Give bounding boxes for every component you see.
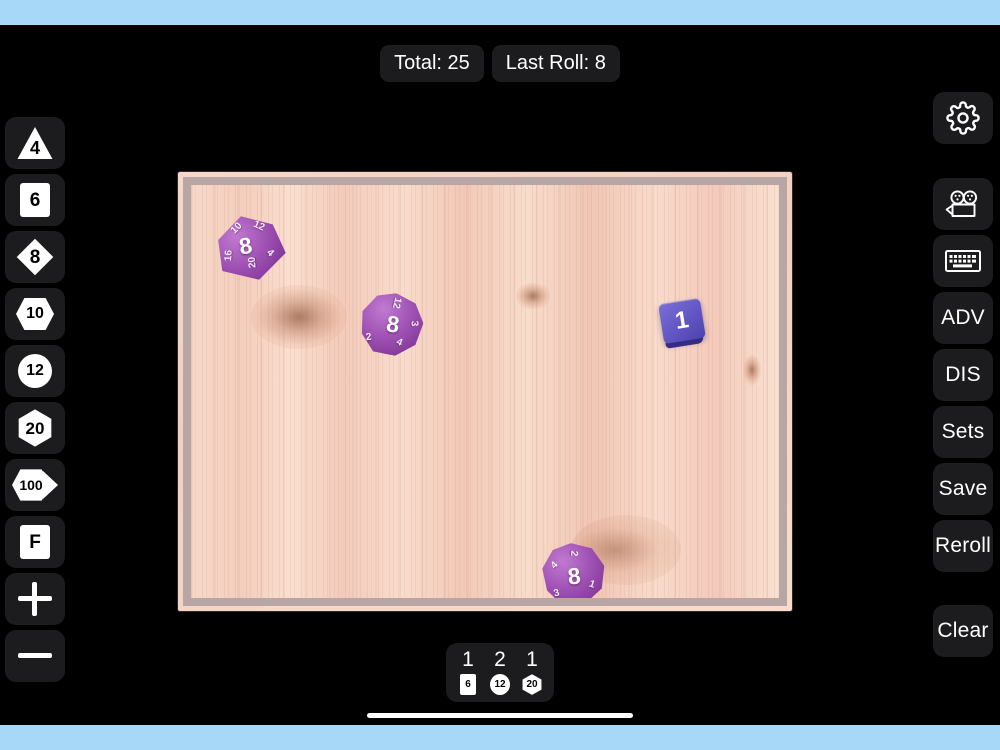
die-value: 1	[658, 297, 706, 345]
last-roll-badge[interactable]: Last Roll: 8	[491, 45, 620, 82]
die-button-d100[interactable]: 100	[5, 459, 65, 511]
decrement-button[interactable]	[5, 630, 65, 682]
die-button-d12[interactable]: 12	[5, 345, 65, 397]
clear-label: Clear	[937, 619, 989, 642]
triangle-die-icon: 4	[16, 124, 54, 162]
right-toolbar: ADV DIS Sets Save Reroll Clear	[930, 25, 1000, 725]
die-type-badge-d12: 12	[489, 674, 511, 696]
disadvantage-button[interactable]: DIS	[933, 349, 993, 401]
clear-button[interactable]: Clear	[933, 605, 993, 657]
reroll-button[interactable]: Reroll	[933, 520, 993, 572]
table-die-d6[interactable]: 1	[658, 297, 706, 349]
keyboard-button[interactable]	[933, 235, 993, 287]
advantage-button[interactable]: ADV	[933, 292, 993, 344]
roll-result-item[interactable]: 1 6	[454, 648, 482, 696]
status-bar: Total: 25 Last Roll: 8	[0, 45, 1000, 82]
die-button-fudge[interactable]: F	[5, 516, 65, 568]
app-root: Total: 25 Last Roll: 8 4 6 8 10 12 20 10…	[0, 0, 1000, 750]
total-badge[interactable]: Total: 25	[380, 45, 484, 82]
safe-area-top	[0, 0, 1000, 25]
app-screen: Total: 25 Last Roll: 8 4 6 8 10 12 20 10…	[0, 25, 1000, 725]
roll-result-item[interactable]: 1 20	[518, 648, 546, 695]
die-type-badge-d6: 6	[457, 674, 479, 696]
die-button-d20[interactable]: 20	[5, 402, 65, 454]
home-indicator[interactable]	[367, 713, 633, 718]
wide-hex-die-icon: 10	[16, 295, 54, 333]
dice-tray[interactable]: 10 12 16 20 4 8 12 2 4 3 8 1 2 4 3 1 8	[178, 172, 792, 611]
safe-area-bottom	[0, 725, 1000, 750]
tray-bevel: 10 12 16 20 4 8 12 2 4 3 8 1 2 4 3 1 8	[183, 177, 787, 606]
keyboard-icon	[945, 249, 981, 273]
wood-knot	[516, 283, 550, 309]
settings-button[interactable]	[933, 92, 993, 144]
sets-label: Sets	[941, 420, 985, 443]
minus-icon	[18, 639, 52, 673]
roll-results-tray[interactable]: 1 6 2 12 1 20	[446, 643, 554, 703]
diamond-die-icon: 8	[16, 238, 54, 276]
hexagon-die-icon: 20	[16, 409, 54, 447]
fudge-die-icon: F	[16, 523, 54, 561]
tray-surface[interactable]: 10 12 16 20 4 8 12 2 4 3 8 1 2 4 3 1 8	[191, 185, 779, 598]
reroll-label: Reroll	[934, 534, 992, 557]
roll-value: 1	[462, 648, 474, 671]
roll-result-item[interactable]: 2 12	[486, 648, 514, 696]
die-button-d4[interactable]: 4	[5, 117, 65, 169]
advantage-label: ADV	[941, 306, 985, 329]
record-button[interactable]	[933, 178, 993, 230]
left-toolbar: 4 6 8 10 12 20 100 F	[0, 25, 70, 725]
circle-die-icon: 12	[16, 352, 54, 390]
square-die-icon: 6	[16, 181, 54, 219]
roll-value: 2	[494, 648, 506, 671]
die-button-d6[interactable]: 6	[5, 174, 65, 226]
wood-knot	[251, 285, 347, 349]
die-button-d10[interactable]: 10	[5, 288, 65, 340]
gear-icon	[946, 101, 980, 135]
die-button-d8[interactable]: 8	[5, 231, 65, 283]
roll-value: 1	[526, 648, 538, 671]
movie-camera-icon	[945, 189, 981, 219]
sets-button[interactable]: Sets	[933, 406, 993, 458]
double-hex-die-icon: 100	[12, 467, 58, 503]
save-button[interactable]: Save	[933, 463, 993, 515]
die-type-badge-d20: 20	[521, 674, 543, 695]
disadvantage-label: DIS	[945, 363, 981, 386]
save-label: Save	[938, 477, 988, 500]
increment-button[interactable]	[5, 573, 65, 625]
plus-icon	[18, 582, 52, 616]
wood-knot	[743, 355, 761, 385]
